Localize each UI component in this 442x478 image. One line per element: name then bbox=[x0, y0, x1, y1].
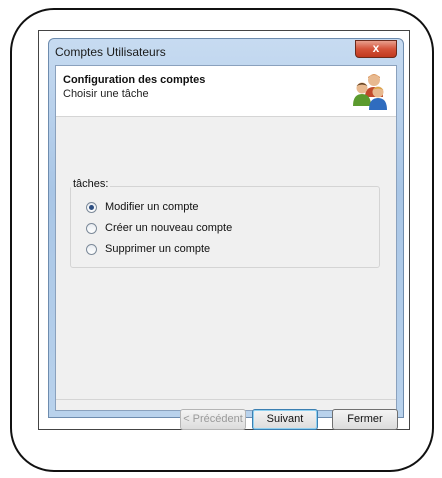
footer-separator bbox=[56, 399, 396, 400]
window-title: Comptes Utilisateurs bbox=[55, 45, 166, 59]
dialog-client-area: Configuration des comptes Choisir une tâ… bbox=[55, 65, 398, 430]
radio-unselected-icon[interactable] bbox=[86, 243, 97, 255]
radio-label: Supprimer un compte bbox=[105, 243, 211, 255]
radio-label: Créer un nouveau compte bbox=[105, 222, 233, 234]
tasks-legend: tâches: bbox=[71, 178, 111, 190]
users-icon bbox=[353, 74, 387, 110]
radio-create-account[interactable]: Créer un nouveau compte bbox=[86, 220, 232, 236]
header-subtitle: Choisir une tâche bbox=[63, 88, 149, 100]
radio-modify-account[interactable]: Modifier un compte bbox=[86, 199, 199, 215]
radio-delete-account[interactable]: Supprimer un compte bbox=[86, 241, 210, 257]
wizard-header: Configuration des comptes Choisir une tâ… bbox=[56, 66, 396, 117]
close-button[interactable]: Fermer bbox=[332, 409, 398, 430]
radio-label: Modifier un compte bbox=[105, 201, 199, 213]
close-icon: x bbox=[372, 41, 380, 55]
radio-selected-icon[interactable] bbox=[86, 201, 97, 213]
title-bar: Comptes Utilisateurs x bbox=[49, 39, 403, 65]
dialog-window: Comptes Utilisateurs x Configuration des… bbox=[48, 38, 404, 430]
header-title: Configuration des comptes bbox=[63, 74, 206, 86]
previous-button[interactable]: < Précédent bbox=[180, 409, 246, 430]
radio-unselected-icon[interactable] bbox=[86, 222, 97, 234]
close-window-button[interactable]: x bbox=[355, 40, 397, 58]
next-button[interactable]: Suivant bbox=[252, 409, 318, 430]
